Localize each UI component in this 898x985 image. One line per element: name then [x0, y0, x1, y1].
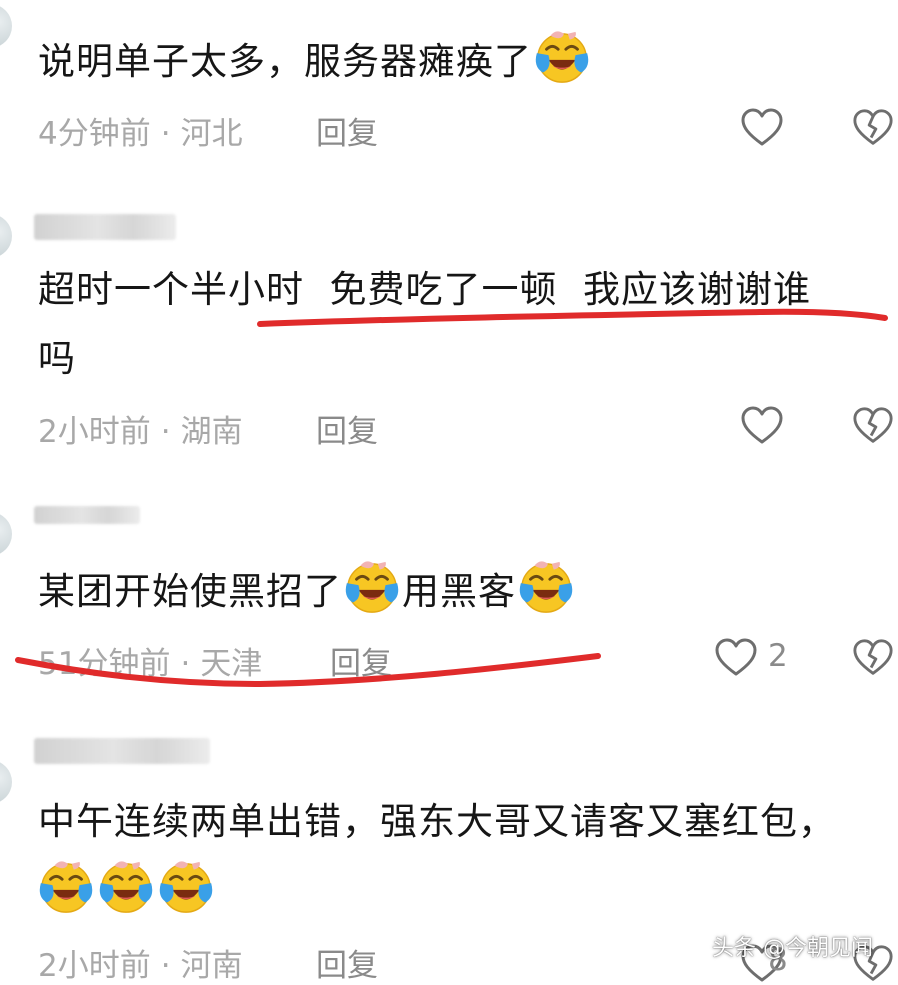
comment-region: 湖南	[180, 414, 243, 450]
watermark: 头条 @今朝见闻	[712, 936, 873, 961]
avatar[interactable]	[0, 4, 12, 48]
avatar[interactable]	[0, 512, 12, 556]
username-blurred[interactable]	[34, 214, 176, 240]
meta-separator: ·	[160, 116, 171, 152]
laughing-crying-emoji-icon	[97, 858, 155, 916]
comment-text-content: 超时一个半小时 免费吃了一顿 我应该谢谢谁	[38, 268, 812, 311]
comment-text-continued: 吗	[38, 327, 76, 391]
heart-outline-icon[interactable]	[714, 638, 758, 678]
avatar[interactable]	[0, 214, 12, 258]
laughing-crying-emoji-icon	[517, 558, 575, 616]
comment-text: 超时一个半小时 免费吃了一顿 我应该谢谢谁	[38, 258, 811, 322]
reply-button[interactable]: 回复	[316, 406, 378, 451]
username-blurred[interactable]	[34, 506, 140, 524]
comment-meta: 2小时前 · 湖南	[38, 406, 243, 451]
broken-heart-icon[interactable]	[852, 108, 894, 148]
comment-region: 河南	[180, 948, 243, 984]
broken-heart-icon[interactable]	[852, 406, 894, 446]
comment-time: 4分钟前	[38, 116, 151, 152]
comment-time: 2小时前	[38, 414, 151, 450]
comment-region: 河北	[180, 116, 243, 152]
comment-text: 中午连续两单出错，强东大哥又请客又塞红包，	[38, 790, 836, 854]
broken-heart-icon[interactable]	[852, 638, 894, 678]
laughing-crying-emoji-icon	[37, 858, 95, 916]
username-blurred[interactable]	[34, 738, 210, 764]
meta-separator: ·	[160, 414, 171, 450]
reply-button[interactable]: 回复	[316, 108, 378, 153]
comment-time: 51分钟前	[38, 646, 171, 682]
laughing-crying-emoji-icon	[157, 858, 215, 916]
laughing-crying-emoji-icon	[343, 558, 401, 616]
like-count: 2	[768, 638, 788, 674]
avatar[interactable]	[0, 760, 12, 804]
laughing-crying-emoji-icon	[533, 28, 591, 86]
reply-button[interactable]: 回复	[330, 638, 392, 683]
comment-emoji-row	[36, 858, 216, 924]
comment-text: 说明单子太多，服务器瘫痪了	[38, 28, 592, 94]
comment-meta: 4分钟前 · 河北	[38, 108, 243, 153]
reply-button[interactable]: 回复	[316, 940, 378, 985]
meta-separator: ·	[180, 646, 191, 682]
meta-separator: ·	[160, 948, 171, 984]
heart-outline-icon[interactable]	[740, 406, 784, 446]
comment-meta: 51分钟前 · 天津	[38, 638, 262, 683]
comment-text-content: 吗	[38, 337, 76, 380]
heart-outline-icon[interactable]	[740, 108, 784, 148]
comment-time: 2小时前	[38, 948, 151, 984]
comment-meta: 2小时前 · 河南	[38, 940, 243, 985]
comment-text-content: 说明单子太多，服务器瘫痪了	[38, 40, 532, 83]
comment-text-content: 用黑客	[402, 570, 516, 613]
comment-text: 某团开始使黑招了 用黑客	[38, 558, 576, 624]
comment-region: 天津	[200, 646, 263, 682]
comment-text-content: 某团开始使黑招了	[38, 570, 342, 613]
comment-text-content: 中午连续两单出错，强东大哥又请客又塞红包，	[38, 800, 836, 843]
